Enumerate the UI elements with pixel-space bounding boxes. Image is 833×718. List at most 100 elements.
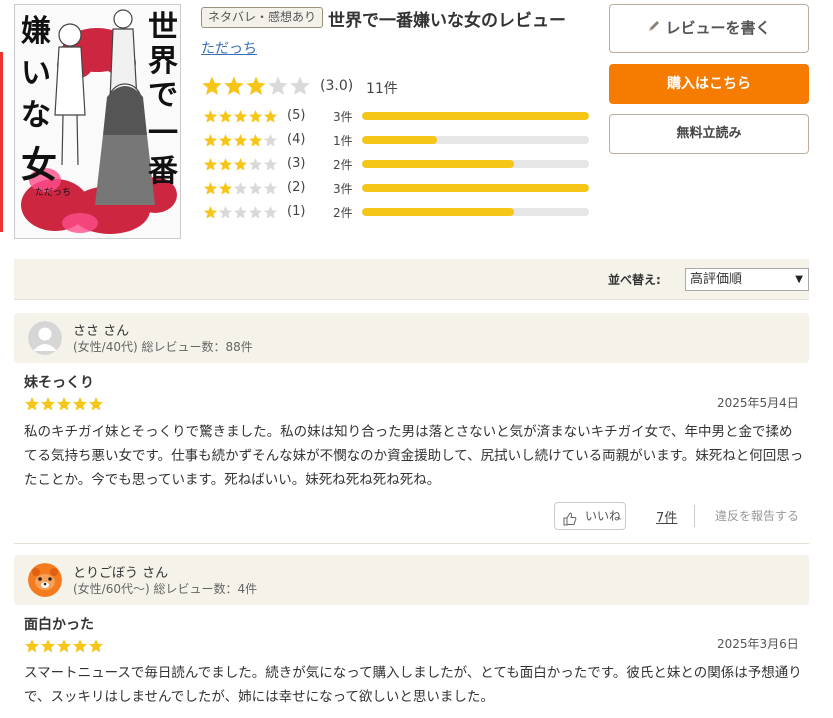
like-count-link[interactable]: 7件 bbox=[656, 507, 677, 526]
reviewer-header: とりごぼう さん (女性/60代〜) 総レビュー数：4件 bbox=[14, 555, 809, 605]
like-button[interactable]: いいね bbox=[554, 502, 626, 530]
distribution-bar bbox=[362, 112, 589, 120]
star-filled-icon bbox=[72, 638, 88, 654]
distribution-count: 3件 bbox=[333, 182, 353, 196]
star-filled-icon bbox=[88, 638, 104, 654]
distribution-bar-fill bbox=[362, 112, 589, 120]
reviewer-meta: (女性/60代〜) 総レビュー数：4件 bbox=[73, 582, 258, 596]
distribution-star-label: (4) bbox=[287, 132, 306, 147]
like-label: いいね bbox=[585, 509, 622, 523]
write-review-label: レビューを書く bbox=[665, 19, 771, 37]
star-filled-icon bbox=[201, 75, 223, 97]
star-filled-icon bbox=[233, 133, 248, 148]
cover-author: ただっち bbox=[35, 187, 71, 198]
cover-title-line-1-c5: 番 bbox=[148, 154, 179, 189]
sort-selected-value: 高評価順 bbox=[690, 272, 743, 287]
distribution-bar-fill bbox=[362, 184, 589, 192]
rating-distribution-row: (2) 3件 bbox=[203, 180, 593, 196]
star-filled-icon bbox=[40, 396, 56, 412]
review-separator bbox=[14, 543, 809, 544]
star-filled-icon bbox=[233, 109, 248, 124]
star-filled-icon bbox=[248, 133, 263, 148]
cover-title-line-2-c3: な bbox=[21, 98, 51, 133]
star-empty-icon bbox=[248, 205, 263, 220]
review-title: 面白かった bbox=[24, 617, 94, 633]
author-link[interactable]: ただっち bbox=[201, 38, 257, 58]
star-filled-icon bbox=[218, 133, 233, 148]
cover-title-line-1: 世 bbox=[148, 10, 178, 45]
star-filled-icon bbox=[40, 638, 56, 654]
star-empty-icon bbox=[263, 181, 278, 196]
reviewer-name[interactable]: ささ さん bbox=[73, 320, 129, 339]
star-filled-icon bbox=[203, 181, 218, 196]
distribution-count: 2件 bbox=[333, 158, 353, 172]
cover-title-line-1-c2: 界 bbox=[148, 44, 178, 79]
sort-label: 並べ替え: bbox=[608, 273, 661, 287]
distribution-bar-fill bbox=[362, 160, 515, 168]
star-empty-icon bbox=[263, 205, 278, 220]
star-filled-icon bbox=[203, 133, 218, 148]
review-rating-stars bbox=[24, 396, 104, 412]
star-filled-icon bbox=[248, 109, 263, 124]
star-empty-icon bbox=[248, 157, 263, 172]
star-empty-icon bbox=[233, 181, 248, 196]
cover-title-line-1-c4: 一 bbox=[148, 116, 178, 151]
rating-distribution-row: (5) 3件 bbox=[203, 108, 593, 124]
page-edge-accent bbox=[0, 52, 3, 232]
review-body: スマートニュースで毎日読んでました。続きが気になって購入しましたが、とても面白か… bbox=[24, 665, 802, 705]
thumbs-up-icon bbox=[563, 509, 577, 535]
review-rating-stars bbox=[24, 638, 104, 654]
buy-button[interactable]: 購入はこちら bbox=[609, 64, 809, 104]
cover-title-line-2-c4: 女 bbox=[21, 144, 57, 186]
star-filled-icon bbox=[24, 638, 40, 654]
distribution-star-label: (5) bbox=[287, 108, 306, 123]
star-empty-icon bbox=[263, 133, 278, 148]
star-filled-icon bbox=[223, 75, 245, 97]
star-filled-icon bbox=[218, 109, 233, 124]
free-read-button[interactable]: 無料立読み bbox=[609, 114, 809, 154]
book-cover-image[interactable]: 世 界 で 一 番 嫌 い な 女 ただっち bbox=[14, 4, 181, 239]
report-link[interactable]: 違反を報告する bbox=[715, 507, 799, 524]
reviewer-meta: (女性/40代) 総レビュー数：88件 bbox=[73, 340, 253, 354]
review-date: 2025年3月6日 bbox=[717, 637, 799, 651]
distribution-bar bbox=[362, 208, 589, 216]
distribution-count: 2件 bbox=[333, 206, 353, 220]
distribution-bar bbox=[362, 184, 589, 192]
review-date: 2025年5月4日 bbox=[717, 396, 799, 410]
star-filled-icon bbox=[218, 181, 233, 196]
distribution-bar bbox=[362, 160, 589, 168]
divider bbox=[694, 505, 695, 527]
sort-select[interactable]: 高評価順 ▼ bbox=[685, 268, 809, 291]
rating-distribution-row: (4) 1件 bbox=[203, 132, 593, 148]
star-filled-icon bbox=[218, 157, 233, 172]
bear-avatar-icon bbox=[28, 563, 62, 597]
write-review-button[interactable]: レビューを書く bbox=[609, 4, 809, 53]
distribution-star-label: (3) bbox=[287, 156, 306, 171]
cover-title-line-2-c2: い bbox=[21, 56, 51, 91]
star-empty-icon bbox=[218, 205, 233, 220]
review-title: 妹そっくり bbox=[24, 375, 94, 391]
spoiler-badge: ネタバレ・感想あり bbox=[201, 7, 324, 28]
star-filled-icon bbox=[203, 109, 218, 124]
star-filled-icon bbox=[203, 205, 218, 220]
sort-bar: 並べ替え: 高評価順 ▼ bbox=[14, 259, 809, 300]
reviewer-name[interactable]: とりごぼう さん bbox=[73, 562, 168, 581]
star-filled-icon bbox=[56, 638, 72, 654]
star-filled-icon bbox=[56, 396, 72, 412]
distribution-bar bbox=[362, 136, 589, 144]
cover-title-line-1-c3: で bbox=[148, 78, 178, 113]
cover-title-line-2: 嫌 bbox=[21, 14, 51, 49]
star-empty-icon bbox=[233, 205, 248, 220]
default-avatar-icon bbox=[28, 321, 62, 355]
pencil-icon bbox=[647, 5, 661, 52]
star-empty-icon bbox=[289, 75, 311, 97]
star-filled-icon bbox=[203, 157, 218, 172]
distribution-bar-fill bbox=[362, 208, 515, 216]
star-filled-icon bbox=[72, 396, 88, 412]
distribution-star-label: (1) bbox=[287, 204, 306, 219]
review-body: 私のキチガイ妹とそっくりで驚きました。私の妹は知り合った男は落とさないと気が済ま… bbox=[24, 424, 804, 488]
star-empty-icon bbox=[248, 181, 263, 196]
dropdown-arrow-icon: ▼ bbox=[795, 274, 803, 285]
star-filled-icon bbox=[24, 396, 40, 412]
reviewer-header: ささ さん (女性/40代) 総レビュー数：88件 bbox=[14, 313, 809, 363]
